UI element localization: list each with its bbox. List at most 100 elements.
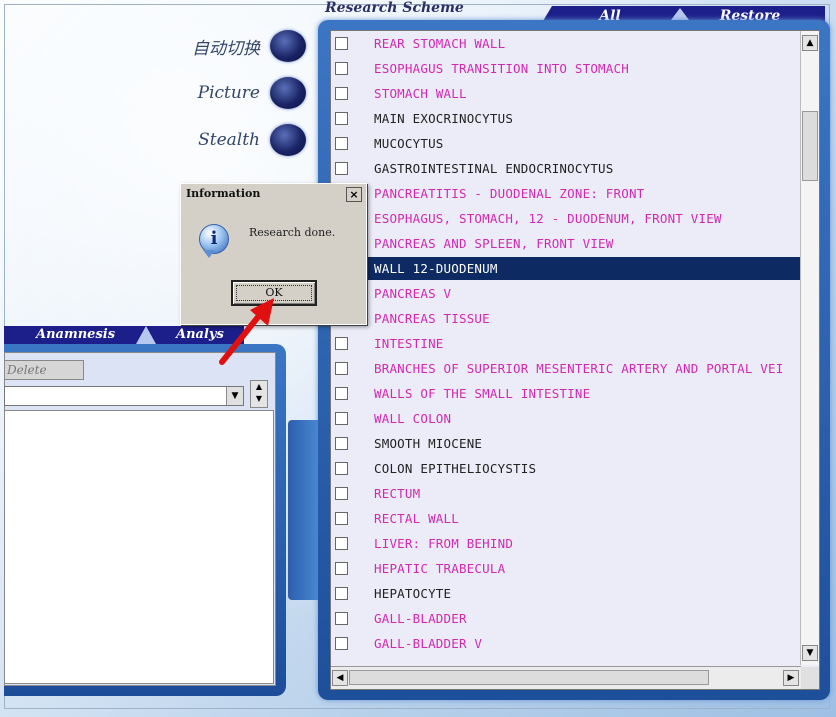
list-item-checkbox[interactable] [335,112,348,125]
list-item-label: HEPATIC TRABECULA [374,561,506,576]
list-item-checkbox[interactable] [335,412,348,425]
list-item-checkbox[interactable] [335,337,348,350]
list-item[interactable]: RECTAL WALL [331,506,801,531]
list-item-label: INTESTINE [374,336,444,351]
spin-control[interactable]: ▲ ▼ [250,380,268,408]
list-item-checkbox[interactable] [335,387,348,400]
notes-area[interactable] [4,410,274,684]
list-item-label: WALLS OF THE SMALL INTESTINE [374,386,591,401]
list-item-label: LIVER: FROM BEHIND [374,536,514,551]
picture-button[interactable] [270,77,306,109]
list-item-checkbox[interactable] [335,362,348,375]
list-item-checkbox[interactable] [335,87,348,100]
dialog-message: Research done. [249,226,336,239]
info-icon-tail [203,250,215,258]
list-item-checkbox[interactable] [335,612,348,625]
mode-switch-stealth[interactable]: Stealth [150,120,306,160]
list-item-label: STOMACH WALL [374,86,467,101]
left-tab-separator [136,326,156,344]
list-item[interactable]: PANCREATITIS - DUODENAL ZONE: FRONT [331,181,801,206]
list-item-checkbox[interactable] [335,62,348,75]
red-arrow-icon [219,298,274,365]
list-item-label: GALL-BLADDER [374,611,467,626]
delete-button[interactable]: Delete [4,360,84,380]
list-item-label: ESOPHAGUS TRANSITION INTO STOMACH [374,61,629,76]
research-scheme-list[interactable]: REAR STOMACH WALL ESOPHAGUS TRANSITION IN… [330,30,820,690]
stealth-button[interactable] [270,124,306,156]
list-item[interactable]: GALL-BLADDER V [331,631,801,656]
mode-switch-picture[interactable]: Picture [150,73,306,113]
list-item-label: HEPATOCYTE [374,586,452,601]
list-item-checkbox[interactable] [335,487,348,500]
list-item-label: RECTAL WALL [374,511,459,526]
mode-switch-auto[interactable]: 自动切换 [150,26,306,66]
list-item[interactable]: LIVER: FROM BEHIND [331,531,801,556]
list-item[interactable]: PANCREAS AND SPLEEN, FRONT VIEW [331,231,801,256]
list-item-checkbox[interactable] [335,437,348,450]
list-item[interactable]: RECTUM [331,481,801,506]
mode-label-auto: 自动切换 [192,38,260,59]
list-item[interactable]: WALLS OF THE SMALL INTESTINE [331,381,801,406]
side-connector [288,420,318,600]
scroll-up-icon[interactable]: ▲ [802,35,818,51]
vertical-scroll-thumb[interactable] [802,111,818,181]
list-item[interactable]: BRANCHES OF SUPERIOR MESENTERIC ARTERY A… [331,356,801,381]
mode-label-stealth: Stealth [198,130,260,150]
list-item-checkbox[interactable] [335,462,348,475]
list-item-checkbox[interactable] [335,162,348,175]
list-item[interactable]: ESOPHAGUS TRANSITION INTO STOMACH [331,56,801,81]
list-item[interactable]: REAR STOMACH WALL [331,31,801,56]
dialog-title: Information [186,187,261,200]
auto-switch-button[interactable] [270,30,306,62]
list-item-checkbox[interactable] [335,562,348,575]
list-item[interactable]: ESOPHAGUS, STOMACH, 12 - DUODENUM, FRONT… [331,206,801,231]
horizontal-scroll-thumb[interactable] [349,670,709,685]
list-item[interactable]: PANCREAS V [331,281,801,306]
scroll-right-icon[interactable]: ▶ [783,670,799,686]
list-item[interactable]: HEPATOCYTE [331,581,801,606]
list-item[interactable]: GASTROINTESTINAL ENDOCRINOCYTUS [331,156,801,181]
list-item[interactable]: MUCOCYTUS [331,131,801,156]
list-item-label: PANCREATITIS - DUODENAL ZONE: FRONT [374,186,645,201]
scroll-down-icon[interactable]: ▼ [802,645,818,661]
vertical-scrollbar[interactable]: ▲ ▼ [800,31,819,665]
research-scheme-title: Research Scheme [325,0,464,16]
list-item[interactable]: WALL COLON [331,406,801,431]
tab-anamnesis[interactable]: Anamnesis [36,326,115,344]
info-icon-glyph: i [210,228,218,249]
list-item[interactable]: WALL 12-DUODENUM [331,256,801,281]
mode-label-picture: Picture [197,83,260,103]
list-item-label: GALL-BLADDER V [374,636,483,651]
horizontal-scrollbar[interactable]: ◀ ▶ [331,666,801,689]
dialog-title-bar[interactable]: Information × [183,186,364,204]
list-item-label: GASTROINTESTINAL ENDOCRINOCYTUS [374,161,614,176]
spin-up-icon[interactable]: ▲ [251,381,267,393]
list-item-label: MUCOCYTUS [374,136,444,151]
list-item-checkbox[interactable] [335,137,348,150]
list-item[interactable]: INTESTINE [331,331,801,356]
selection-combobox[interactable]: ▼ [4,386,244,406]
list-item-label: PANCREAS V [374,286,452,301]
list-item-label: SMOOTH MIOCENE [374,436,483,451]
list-item[interactable]: GALL-BLADDER [331,606,801,631]
list-body: REAR STOMACH WALL ESOPHAGUS TRANSITION IN… [331,31,801,665]
list-item[interactable]: HEPATIC TRABECULA [331,556,801,581]
list-item-checkbox[interactable] [335,587,348,600]
list-item-checkbox[interactable] [335,37,348,50]
list-item[interactable]: PANCREAS TISSUE [331,306,801,331]
list-item-checkbox[interactable] [335,537,348,550]
spin-down-icon[interactable]: ▼ [251,393,267,405]
scroll-corner [801,667,819,689]
list-item-label: REAR STOMACH WALL [374,36,506,51]
list-item-checkbox[interactable] [335,512,348,525]
list-item[interactable]: MAIN EXOCRINOCYTUS [331,106,801,131]
scroll-left-icon[interactable]: ◀ [332,670,348,686]
chevron-down-icon[interactable]: ▼ [226,387,243,405]
list-item[interactable]: SMOOTH MIOCENE [331,431,801,456]
list-item-label: WALL 12-DUODENUM [374,261,498,276]
list-item[interactable]: STOMACH WALL [331,81,801,106]
list-item-checkbox[interactable] [335,637,348,650]
list-item[interactable]: COLON EPITHELIOCYSTIS [331,456,801,481]
list-item-label: COLON EPITHELIOCYSTIS [374,461,537,476]
close-icon[interactable]: × [346,187,362,202]
